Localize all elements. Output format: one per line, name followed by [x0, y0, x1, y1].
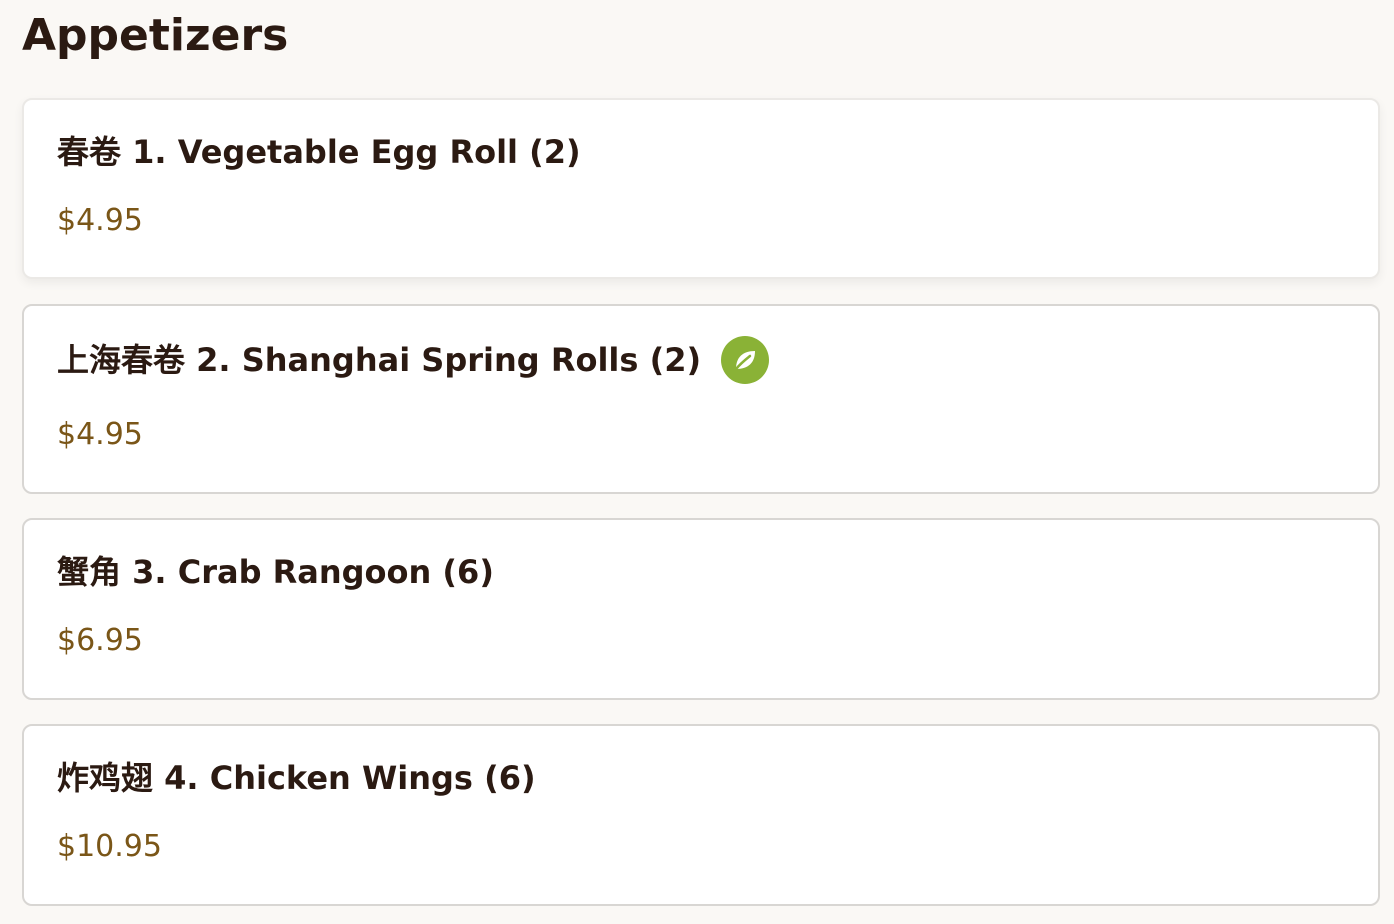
menu-item-card[interactable]: 炸鸡翅 4. Chicken Wings (6) $10.95: [22, 724, 1380, 906]
leaf-icon: [721, 336, 770, 384]
menu-item-name: 春卷 1. Vegetable Egg Roll (2): [57, 133, 581, 171]
menu-item-card[interactable]: 上海春卷 2. Shanghai Spring Rolls (2) $4.95: [22, 304, 1380, 494]
menu-item-name: 上海春卷 2. Shanghai Spring Rolls (2): [57, 341, 702, 379]
menu-item-card[interactable]: 春卷 1. Vegetable Egg Roll (2) $4.95: [22, 98, 1380, 279]
section-title: Appetizers: [22, 10, 289, 61]
menu-item-price: $4.95: [57, 417, 143, 452]
menu-item-price: $6.95: [57, 623, 143, 658]
menu-item-name: 炸鸡翅 4. Chicken Wings (6): [57, 759, 536, 797]
menu-item-name: 蟹角 3. Crab Rangoon (6): [57, 553, 494, 591]
menu-item-card[interactable]: 蟹角 3. Crab Rangoon (6) $6.95: [22, 518, 1380, 700]
menu-item-price: $4.95: [57, 203, 143, 238]
menu-item-price: $10.95: [57, 829, 162, 864]
